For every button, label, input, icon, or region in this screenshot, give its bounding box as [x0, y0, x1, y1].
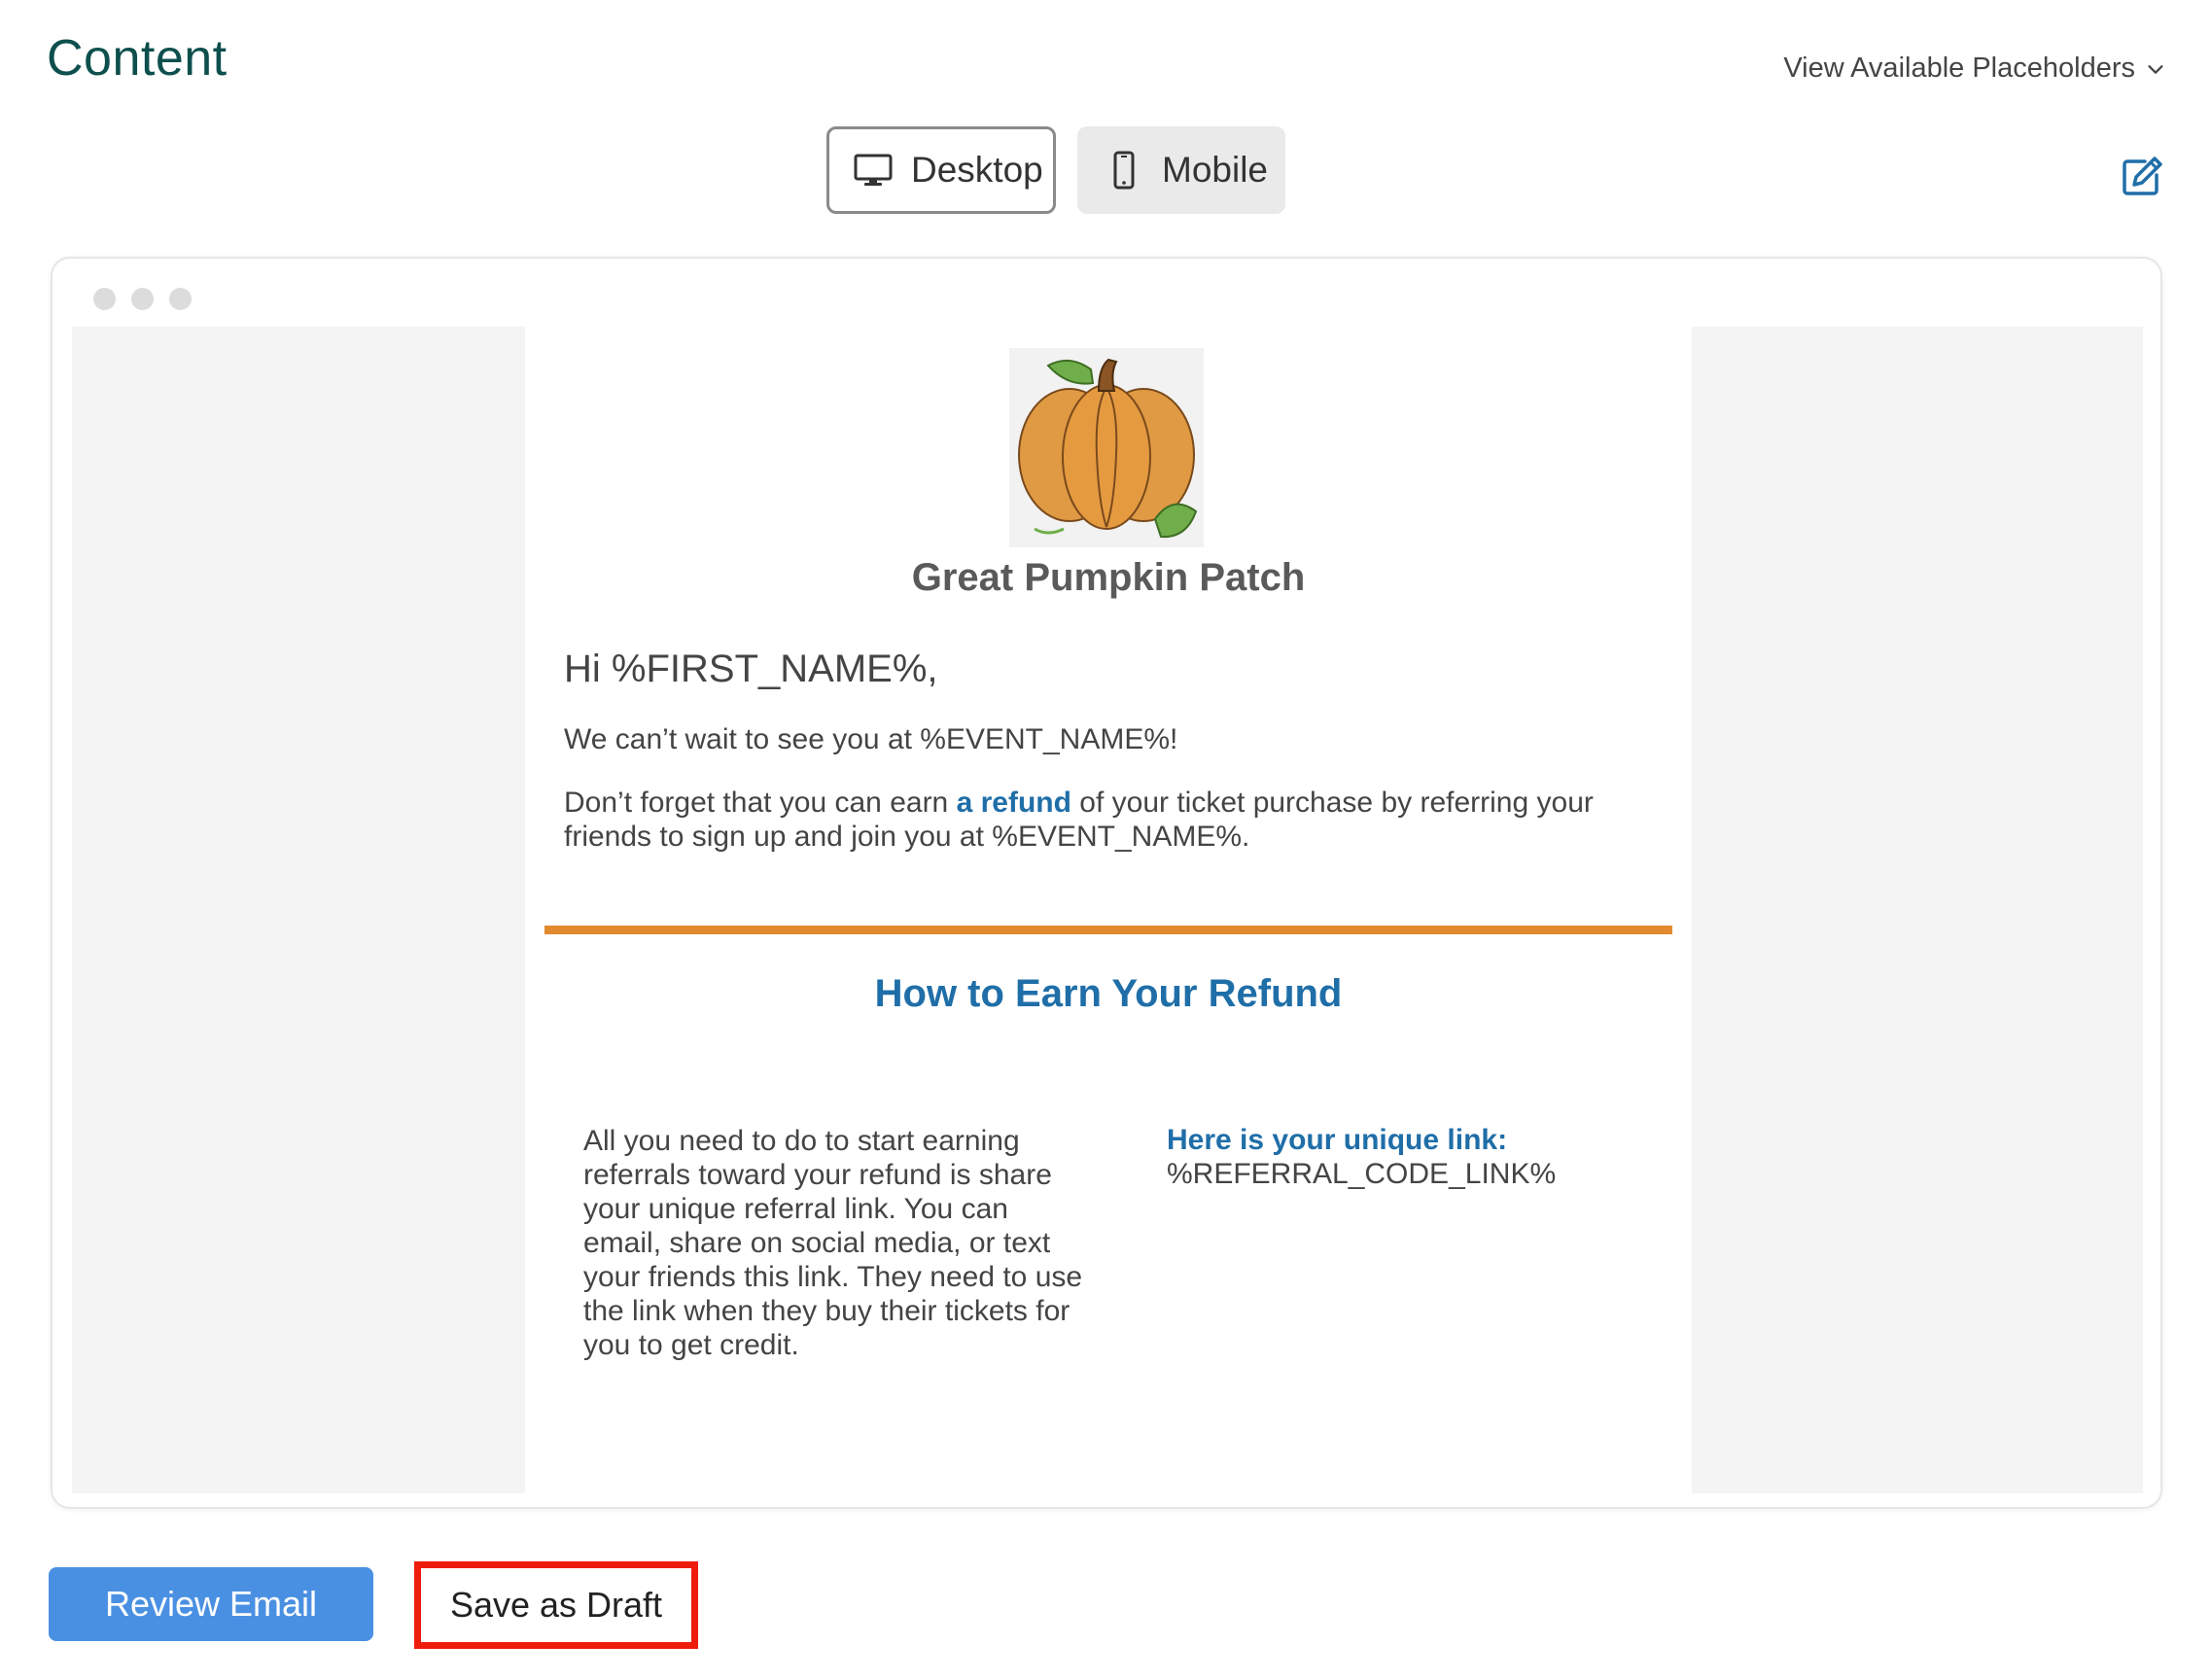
email-canvas: Great Pumpkin Patch Hi %FIRST_NAME%, We …: [72, 327, 2143, 1493]
email-greeting: Hi %FIRST_NAME%,: [564, 648, 938, 690]
brand-name: Great Pumpkin Patch: [911, 556, 1306, 599]
view-toggle: Desktop Mobile: [826, 126, 1285, 214]
mobile-phone-icon: [1113, 151, 1135, 190]
orange-divider: [544, 926, 1672, 934]
email-preview-frame: Great Pumpkin Patch Hi %FIRST_NAME%, We …: [51, 257, 2162, 1509]
refund-instructions: All you need to do to start earning refe…: [583, 1125, 1083, 1361]
referral-link-placeholder: %REFERRAL_CODE_LINK%: [1167, 1158, 1557, 1190]
unique-link-label: Here is your unique link:: [1167, 1124, 1508, 1156]
page-title: Content: [47, 30, 228, 87]
window-dot: [169, 288, 192, 310]
window-dot: [93, 288, 116, 310]
email-paragraph-2: Don’t forget that you can earn a refund …: [564, 786, 1663, 854]
section-heading: How to Earn Your Refund: [874, 972, 1343, 1015]
window-dot: [131, 288, 154, 310]
edit-icon[interactable]: [2120, 154, 2164, 198]
window-dots: [93, 288, 192, 310]
mobile-view-button[interactable]: Mobile: [1077, 126, 1285, 214]
view-placeholders-dropdown[interactable]: View Available Placeholders: [1783, 52, 2166, 85]
refund-link[interactable]: a refund: [957, 787, 1071, 819]
review-email-button[interactable]: Review Email: [49, 1567, 373, 1641]
mobile-label: Mobile: [1162, 150, 1268, 190]
email-body: Great Pumpkin Patch Hi %FIRST_NAME%, We …: [525, 327, 1692, 1493]
desktop-monitor-icon: [854, 154, 893, 186]
save-as-draft-button[interactable]: Save as Draft: [414, 1561, 698, 1649]
pumpkin-logo: [1009, 348, 1204, 547]
email-paragraph-1: We can’t wait to see you at %EVENT_NAME%…: [564, 723, 1178, 755]
desktop-view-button[interactable]: Desktop: [826, 126, 1056, 214]
desktop-label: Desktop: [911, 150, 1043, 190]
view-placeholders-label: View Available Placeholders: [1783, 52, 2135, 84]
chevron-down-icon: [2148, 64, 2163, 74]
paragraph-2-text-start: Don’t forget that you can earn: [564, 787, 957, 819]
